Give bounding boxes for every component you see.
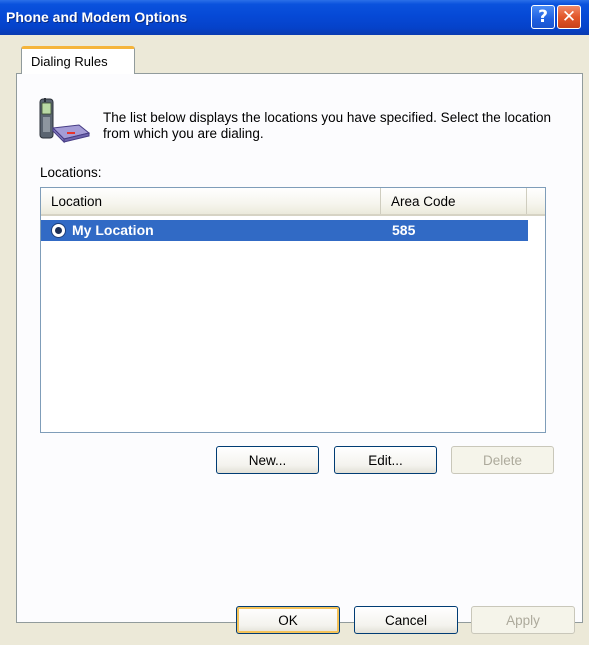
column-header-filler	[527, 188, 545, 214]
close-button[interactable]: ✕	[557, 5, 581, 29]
column-header-area-code[interactable]: Area Code	[381, 188, 527, 214]
column-header-location[interactable]: Location	[41, 188, 381, 214]
delete-button[interactable]: Delete	[451, 446, 554, 474]
default-location-radio-icon	[51, 223, 66, 238]
edit-button[interactable]: Edit...	[334, 446, 437, 474]
apply-button[interactable]: Apply	[471, 606, 575, 634]
locations-label: Locations:	[40, 165, 102, 180]
dialog-window: Phone and Modem Options ? ✕ Dialing Rule…	[0, 0, 589, 645]
new-button[interactable]: New...	[216, 446, 319, 474]
cancel-button[interactable]: Cancel	[354, 606, 458, 634]
help-icon: ?	[538, 7, 548, 27]
window-title: Phone and Modem Options	[6, 9, 188, 25]
close-icon: ✕	[561, 7, 577, 27]
cell-area-code: 585	[392, 222, 416, 238]
title-bar[interactable]: Phone and Modem Options ? ✕	[0, 0, 589, 35]
ok-button[interactable]: OK	[236, 606, 340, 634]
table-row[interactable]: My Location 585	[41, 220, 528, 241]
cell-location: My Location	[72, 222, 154, 238]
tab-dialing-rules[interactable]: Dialing Rules	[21, 46, 135, 74]
locations-list[interactable]: Location Area Code My Location 585	[40, 187, 546, 433]
phone-modem-icon	[39, 98, 91, 144]
tab-label: Dialing Rules	[31, 54, 108, 69]
description-text: The list below displays the locations yo…	[103, 110, 552, 141]
list-header: Location Area Code	[41, 188, 545, 216]
help-button[interactable]: ?	[531, 5, 555, 29]
